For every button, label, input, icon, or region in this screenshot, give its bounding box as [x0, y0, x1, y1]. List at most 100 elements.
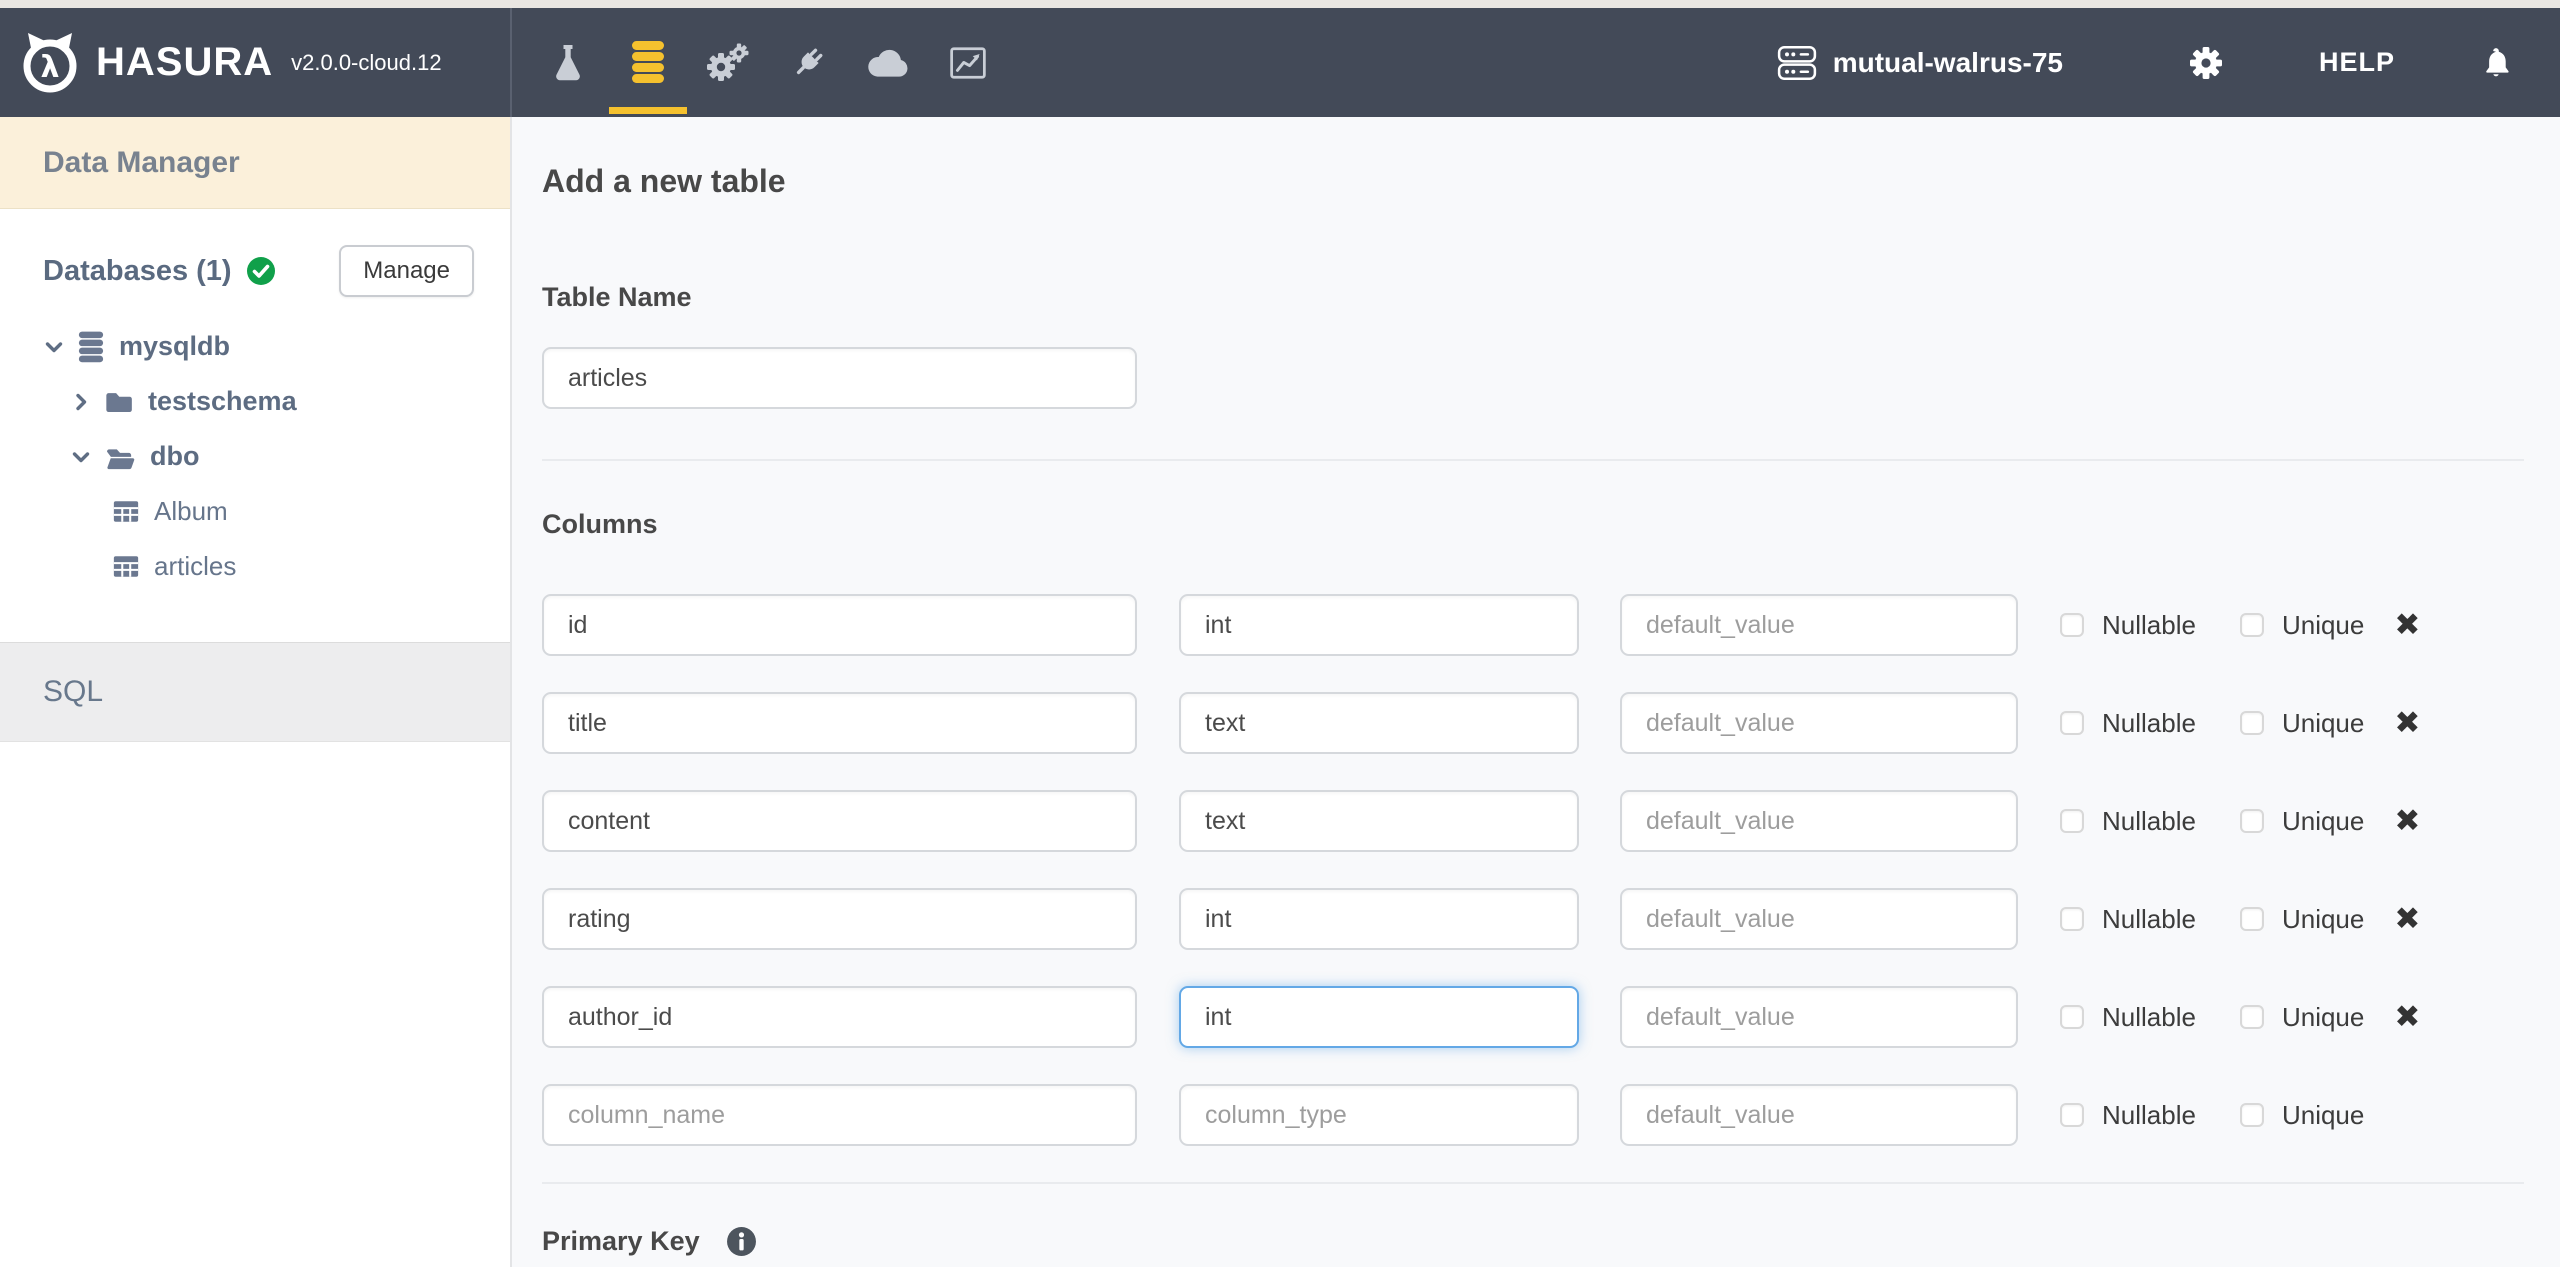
remove-column-button[interactable]: ✖ [2394, 610, 2434, 641]
column-name-input[interactable] [542, 790, 1137, 852]
tree-item-table-articles[interactable]: articles [0, 539, 510, 594]
remove-column-button[interactable]: ✖ [2394, 1002, 2434, 1033]
notifications-button[interactable] [2480, 45, 2512, 81]
database-icon [77, 331, 105, 363]
project-name-display[interactable]: mutual-walrus-75 [1777, 44, 2063, 82]
table-icon [112, 554, 140, 579]
hasura-console-window: λ HASURA v2.0.0-cloud.12 [0, 0, 2560, 1267]
column-type-input[interactable] [1179, 888, 1579, 950]
unique-checkbox[interactable] [2240, 711, 2264, 735]
nullable-checkbox[interactable] [2060, 809, 2084, 833]
svg-text:λ: λ [41, 50, 60, 85]
nullable-checkbox[interactable] [2060, 711, 2084, 735]
remove-column-button[interactable]: ✖ [2394, 904, 2434, 935]
flask-icon [550, 43, 586, 83]
column-name-input[interactable] [542, 888, 1137, 950]
unique-label: Unique [2282, 708, 2364, 739]
brand-wordmark: HASURA [96, 40, 273, 85]
nav-remote-schemas[interactable] [768, 8, 848, 117]
column-type-input[interactable] [1179, 790, 1579, 852]
plug-icon [788, 43, 828, 83]
nav-monitoring[interactable] [928, 8, 1008, 117]
chart-icon [949, 46, 987, 80]
column-default-input[interactable] [1620, 986, 2018, 1048]
server-icon [1777, 44, 1817, 82]
database-icon [629, 41, 667, 85]
section-divider [542, 1182, 2524, 1184]
column-default-input[interactable] [1620, 692, 2018, 754]
body-row: Data Manager Databases (1) Manage [0, 117, 2560, 1267]
column-name-input[interactable] [542, 1084, 1137, 1146]
project-name: mutual-walrus-75 [1833, 47, 2063, 79]
tree-item-schema-testschema[interactable]: testschema [0, 374, 510, 429]
help-button[interactable]: HELP [2319, 47, 2395, 78]
nullable-checkbox[interactable] [2060, 1103, 2084, 1127]
unique-checkbox[interactable] [2240, 613, 2264, 637]
column-type-input[interactable] [1179, 1084, 1579, 1146]
unique-checkbox[interactable] [2240, 809, 2264, 833]
column-row: Nullable Unique ✖ [542, 888, 2524, 950]
tree-item-label: Album [154, 496, 228, 527]
column-default-input[interactable] [1620, 888, 2018, 950]
nullable-label: Nullable [2102, 806, 2196, 837]
table-name-input[interactable] [542, 347, 1137, 409]
columns-label: Columns [542, 509, 2524, 540]
unique-label: Unique [2282, 1002, 2364, 1033]
topbar-right: mutual-walrus-75 [1777, 8, 2560, 117]
tree-item-schema-dbo[interactable]: dbo [0, 429, 510, 484]
nullable-checkbox[interactable] [2060, 907, 2084, 931]
remove-column-button[interactable]: ✖ [2394, 806, 2434, 837]
settings-button[interactable] [2188, 45, 2224, 81]
unique-checkbox[interactable] [2240, 1005, 2264, 1029]
chevron-down-icon[interactable] [70, 450, 92, 464]
tree-item-label: dbo [150, 441, 199, 472]
hasura-logo-icon: λ [18, 31, 82, 95]
column-name-input[interactable] [542, 986, 1137, 1048]
tree-item-database-mysqldb[interactable]: mysqldb [0, 319, 510, 374]
manage-databases-button[interactable]: Manage [339, 245, 474, 297]
unique-label: Unique [2282, 1100, 2364, 1131]
nav-api-explorer[interactable] [528, 8, 608, 117]
unique-checkbox[interactable] [2240, 1103, 2264, 1127]
unique-label: Unique [2282, 610, 2364, 641]
remove-column-button[interactable]: ✖ [2394, 708, 2434, 739]
column-type-input[interactable] [1179, 692, 1579, 754]
brand-area: λ HASURA v2.0.0-cloud.12 [0, 8, 512, 117]
tree-item-table-album[interactable]: Album [0, 484, 510, 539]
column-type-input-focused[interactable] [1179, 986, 1579, 1048]
table-name-label: Table Name [542, 282, 2524, 313]
page-title: Add a new table [542, 163, 2524, 200]
column-default-input[interactable] [1620, 1084, 2018, 1146]
primary-key-section: Primary Key [542, 1226, 2524, 1257]
top-navbar: λ HASURA v2.0.0-cloud.12 [0, 8, 2560, 117]
section-divider [542, 459, 2524, 461]
nav-actions[interactable] [688, 8, 768, 117]
primary-nav [528, 8, 1008, 117]
tree-item-label: testschema [148, 386, 297, 417]
nullable-checkbox[interactable] [2060, 1005, 2084, 1029]
column-name-input[interactable] [542, 594, 1137, 656]
active-tab-underline [609, 107, 687, 114]
column-row: Nullable Unique ✖ [542, 692, 2524, 754]
unique-label: Unique [2282, 904, 2364, 935]
nav-events[interactable] [848, 8, 928, 117]
column-default-input[interactable] [1620, 790, 2018, 852]
info-icon[interactable] [726, 1226, 757, 1257]
folder-icon [104, 389, 134, 414]
chevron-down-icon[interactable] [43, 340, 65, 354]
databases-count-label: Databases (1) [43, 255, 232, 288]
tree-item-label: mysqldb [119, 331, 230, 362]
table-icon [112, 499, 140, 524]
sidebar-item-sql[interactable]: SQL [0, 642, 510, 742]
column-default-input[interactable] [1620, 594, 2018, 656]
column-name-input[interactable] [542, 692, 1137, 754]
sidebar-title: Data Manager [0, 117, 510, 209]
nullable-label: Nullable [2102, 1002, 2196, 1033]
unique-checkbox[interactable] [2240, 907, 2264, 931]
column-type-input[interactable] [1179, 594, 1579, 656]
nullable-checkbox[interactable] [2060, 613, 2084, 637]
chevron-right-icon[interactable] [70, 392, 92, 412]
bell-icon [2480, 45, 2512, 81]
databases-header-row: Databases (1) Manage [43, 245, 474, 297]
nav-data[interactable] [608, 8, 688, 117]
